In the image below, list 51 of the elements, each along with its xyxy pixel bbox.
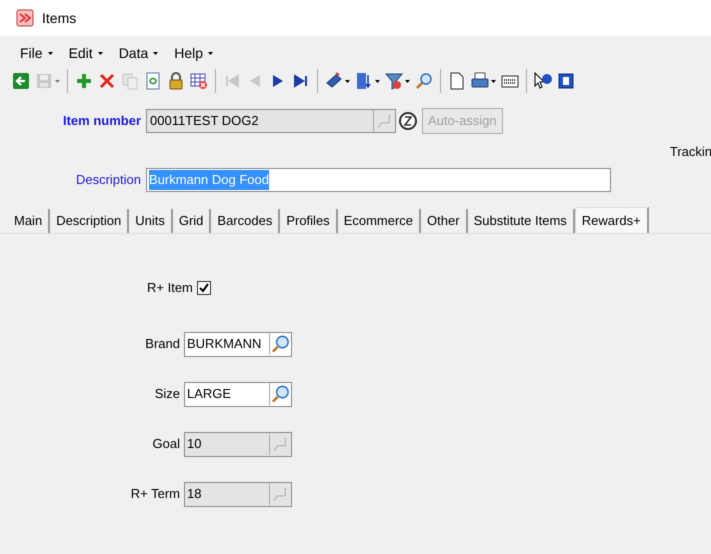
tab[interactable]: Main xyxy=(8,209,50,233)
field-label: Brand xyxy=(144,335,181,354)
menu-item[interactable]: File xyxy=(20,42,53,64)
tab[interactable]: Barcodes xyxy=(211,209,280,233)
menu-item[interactable]: Edit xyxy=(68,42,103,64)
input-field[interactable]: LARGE xyxy=(184,382,292,406)
checkbox-label: R+ Item xyxy=(147,279,193,298)
plus-icon[interactable] xyxy=(75,72,93,90)
blank-page-icon[interactable] xyxy=(448,72,466,90)
tab[interactable]: Description xyxy=(50,209,130,233)
tab[interactable]: Profiles xyxy=(280,209,338,233)
search-icon[interactable] xyxy=(269,333,291,355)
field-label: Size xyxy=(154,385,181,404)
delete-icon[interactable] xyxy=(98,72,116,90)
help-cursor-icon[interactable] xyxy=(534,72,552,90)
search-icon[interactable] xyxy=(415,72,433,90)
tab[interactable]: Grid xyxy=(172,209,212,233)
caret-icon xyxy=(153,52,158,54)
tab[interactable]: Ecommerce xyxy=(338,209,422,233)
field-label: Goal xyxy=(152,435,181,454)
printer-icon[interactable] xyxy=(471,72,489,90)
field-label: Description xyxy=(74,171,142,190)
refresh-page-icon[interactable] xyxy=(144,72,162,90)
caret-icon xyxy=(375,80,380,82)
menu-item[interactable]: Help xyxy=(174,42,214,64)
caret-icon xyxy=(48,52,53,54)
field-label: R+ Term xyxy=(130,485,181,504)
tab[interactable]: Other xyxy=(421,209,468,233)
z-icon[interactable] xyxy=(398,111,418,131)
tab[interactable]: Units xyxy=(129,209,173,233)
tracking-label: Trackin xyxy=(670,143,711,160)
sort-icon[interactable] xyxy=(355,72,373,90)
caret-icon xyxy=(491,80,496,82)
caret-icon xyxy=(98,52,103,54)
filter-icon[interactable] xyxy=(385,72,403,90)
tab[interactable]: Rewards+ xyxy=(574,207,649,233)
checkbox[interactable] xyxy=(196,281,211,295)
search-icon[interactable] xyxy=(269,383,291,405)
caret-icon xyxy=(345,80,350,82)
input-field[interactable]: BURKMANN xyxy=(184,332,292,356)
grid-delete-icon[interactable] xyxy=(190,72,208,90)
field-label: Item number xyxy=(62,112,142,130)
lock-icon[interactable] xyxy=(167,72,185,90)
caret-icon xyxy=(55,80,60,82)
menu-item[interactable]: Data xyxy=(118,42,158,64)
last-record-icon[interactable] xyxy=(292,72,310,90)
check-icon xyxy=(198,283,209,293)
app-icon xyxy=(16,9,34,27)
caret-icon xyxy=(405,80,410,82)
caret-icon xyxy=(208,52,214,54)
window-title: Items xyxy=(42,8,76,28)
